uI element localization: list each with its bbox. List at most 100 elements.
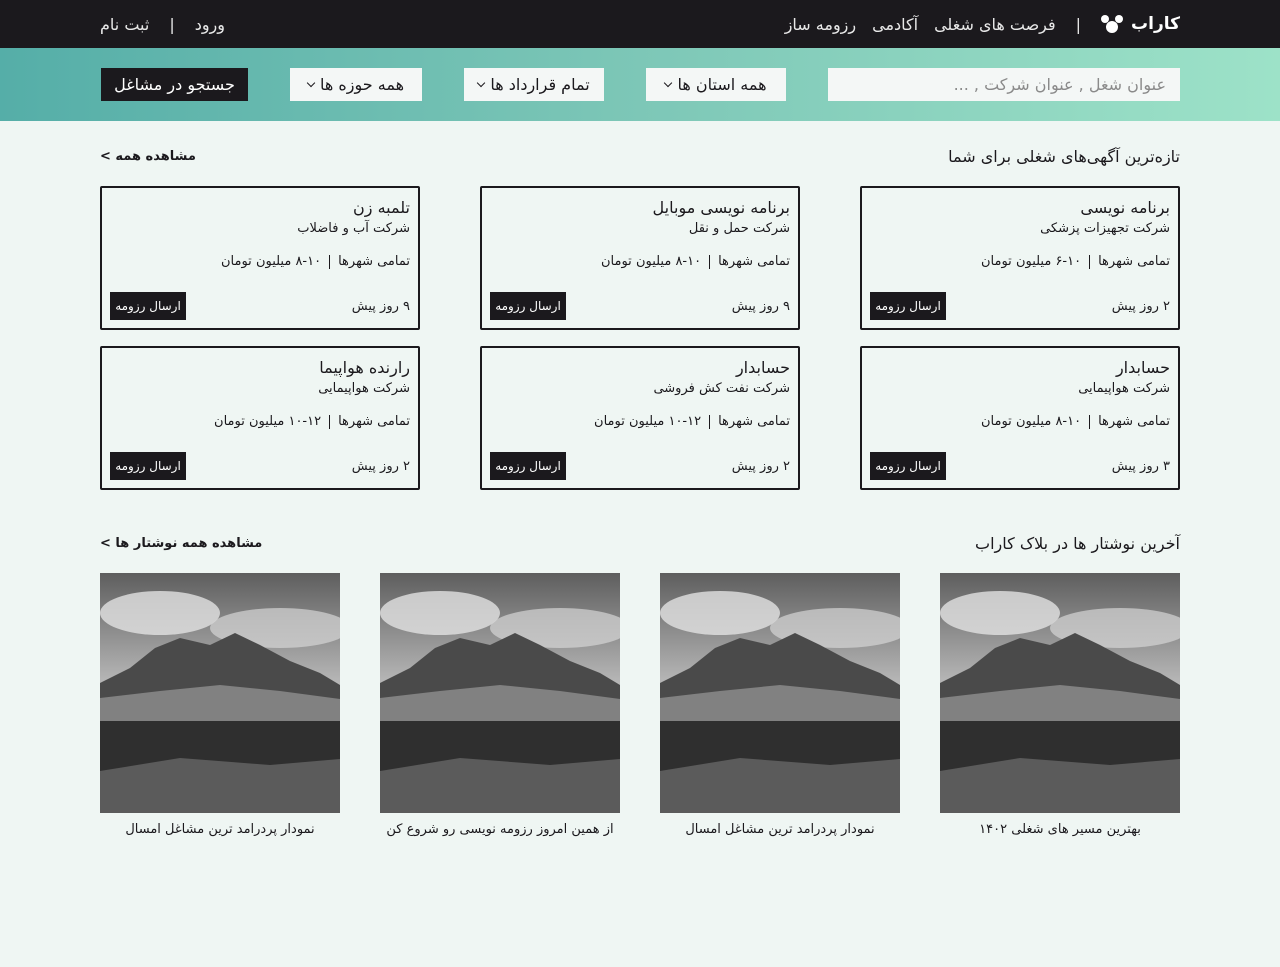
send-resume-button[interactable]: ارسال رزومه — [490, 292, 566, 320]
nav-link-academy[interactable]: آکادمی — [872, 15, 918, 34]
job-card[interactable]: حسابدار شرکت هواپیمایی تمامی شهرها ۸-۱۰ … — [860, 346, 1180, 490]
job-card[interactable]: برنامه نویسی شرکت تجهیزات پزشکی تمامی شه… — [860, 186, 1180, 330]
job-location: تمامی شهرها — [718, 254, 790, 269]
job-meta: تمامی شهرها ۱۰-۱۲ میلیون تومان — [110, 414, 410, 429]
job-location: تمامی شهرها — [718, 414, 790, 429]
job-title[interactable]: حسابدار — [870, 358, 1170, 377]
job-posted-age: ۳ روز پیش — [1111, 458, 1170, 474]
job-card[interactable]: رارنده هواپیما شرکت هواپیمایی تمامی شهره… — [100, 346, 420, 490]
blog-caption[interactable]: نمودار پردرامد ترین مشاغل امسال — [660, 822, 900, 837]
job-meta: تمامی شهرها ۸-۱۰ میلیون تومان — [870, 414, 1170, 429]
job-salary: ۸-۱۰ میلیون تومان — [221, 254, 322, 269]
job-posted-age: ۲ روز پیش — [731, 458, 790, 474]
logo-icon — [1101, 15, 1124, 33]
job-card[interactable]: برنامه نویسی موبایل شرکت حمل و نقل تمامی… — [480, 186, 800, 330]
job-posted-age: ۲ روز پیش — [351, 458, 410, 474]
job-title[interactable]: حسابدار — [490, 358, 790, 377]
send-resume-button[interactable]: ارسال رزومه — [870, 452, 946, 480]
job-company: شرکت حمل و نقل — [688, 221, 790, 236]
blog-caption[interactable]: از همین امروز رزومه نویسی رو شروع کن — [380, 822, 620, 837]
job-meta: تمامی شهرها ۸-۱۰ میلیون تومان — [490, 254, 790, 269]
blog-card[interactable]: نمودار پردرامد ترین مشاغل امسال — [100, 573, 340, 837]
register-link[interactable]: ثبت نام — [100, 15, 149, 34]
job-title[interactable]: برنامه نویسی موبایل — [490, 198, 790, 217]
see-all-posts-link[interactable]: مشاهده همه نوشتار ها > — [100, 536, 262, 551]
brand-logo[interactable]: کاراب — [1101, 14, 1180, 34]
category-filter-label: همه حوزه ها — [320, 75, 405, 94]
chevron-down-icon — [664, 78, 673, 88]
job-posted-age: ۲ روز پیش — [1111, 298, 1170, 314]
brand-name: کاراب — [1131, 14, 1180, 34]
meta-divider — [1089, 414, 1091, 429]
job-card[interactable]: تلمبه زن شرکت آب و فاضلاب تمامی شهرها ۸-… — [100, 186, 420, 330]
job-location: تمامی شهرها — [1098, 414, 1170, 429]
job-salary: ۶-۱۰ میلیون تومان — [981, 254, 1082, 269]
mountain-landscape-image — [100, 573, 340, 813]
job-footer: ۳ روز پیش ارسال رزومه — [870, 452, 1170, 480]
send-resume-button[interactable]: ارسال رزومه — [490, 452, 566, 480]
search-input[interactable] — [828, 68, 1180, 101]
mountain-landscape-image — [940, 573, 1180, 813]
meta-divider — [709, 414, 711, 429]
blog-caption[interactable]: نمودار پردرامد ترین مشاغل امسال — [100, 822, 340, 837]
job-company: شرکت هواپیمایی — [318, 381, 410, 396]
job-location: تمامی شهرها — [1098, 254, 1170, 269]
job-list: برنامه نویسی شرکت تجهیزات پزشکی تمامی شه… — [0, 186, 1280, 490]
blog-caption[interactable]: بهترین مسیر های شغلی ۱۴۰۲ — [940, 822, 1180, 837]
job-salary: ۸-۱۰ میلیون تومان — [981, 414, 1082, 429]
job-title[interactable]: رارنده هواپیما — [110, 358, 410, 377]
blog-card[interactable]: از همین امروز رزومه نویسی رو شروع کن — [380, 573, 620, 837]
job-meta: تمامی شهرها ۱۰-۱۲ میلیون تومان — [490, 414, 790, 429]
job-company: شرکت آب و فاضلاب — [297, 221, 410, 236]
blog-section-title: آخرین نوشتار ها در بلاک کاراب — [975, 534, 1180, 553]
nav-link-resume-builder[interactable]: رزومه ساز — [785, 15, 856, 34]
job-footer: ۹ روز پیش ارسال رزومه — [490, 292, 790, 320]
navbar-auth: ورود | ثبت نام — [100, 15, 225, 34]
job-company: شرکت تجهیزات پزشکی — [1040, 221, 1170, 236]
job-footer: ۲ روز پیش ارسال رزومه — [110, 452, 410, 480]
job-location: تمامی شهرها — [338, 254, 410, 269]
send-resume-button[interactable]: ارسال رزومه — [870, 292, 946, 320]
contract-filter-label: تمام قرارداد ها — [490, 75, 590, 94]
top-navbar: کاراب | فرصت های شغلی آکادمی رزومه ساز و… — [0, 0, 1280, 48]
nav-separator: | — [1075, 14, 1082, 34]
search-bar: همه استان ها تمام قرارداد ها همه حوزه ها… — [0, 48, 1280, 121]
job-location: تمامی شهرها — [338, 414, 410, 429]
job-meta: تمامی شهرها ۸-۱۰ میلیون تومان — [110, 254, 410, 269]
province-filter[interactable]: همه استان ها — [646, 68, 786, 101]
search-button[interactable]: جستجو در مشاغل — [101, 68, 248, 101]
nav-link-jobs[interactable]: فرصت های شغلی — [934, 15, 1056, 34]
job-meta: تمامی شهرها ۶-۱۰ میلیون تومان — [870, 254, 1170, 269]
category-filter[interactable]: همه حوزه ها — [290, 68, 422, 101]
meta-divider — [709, 254, 711, 269]
blog-section-header: آخرین نوشتار ها در بلاک کاراب مشاهده همه… — [0, 534, 1280, 553]
jobs-section-header: تازه‌ترین آگهی‌های شغلی برای شما مشاهده … — [0, 147, 1280, 166]
job-footer: ۲ روز پیش ارسال رزومه — [870, 292, 1170, 320]
jobs-section-title: تازه‌ترین آگهی‌های شغلی برای شما — [948, 147, 1180, 166]
meta-divider — [329, 414, 331, 429]
blog-list: بهترین مسیر های شغلی ۱۴۰۲ نمودار پردرامد… — [0, 573, 1280, 837]
province-filter-label: همه استان ها — [677, 75, 767, 94]
mountain-landscape-image — [660, 573, 900, 813]
navbar-right: کاراب | فرصت های شغلی آکادمی رزومه ساز — [785, 14, 1180, 34]
blog-card[interactable]: بهترین مسیر های شغلی ۱۴۰۲ — [940, 573, 1180, 837]
see-all-jobs-link[interactable]: مشاهده همه > — [100, 149, 196, 164]
login-link[interactable]: ورود — [195, 15, 225, 34]
job-salary: ۱۰-۱۲ میلیون تومان — [594, 414, 702, 429]
mountain-landscape-image — [380, 573, 620, 813]
auth-separator: | — [169, 14, 175, 34]
job-company: شرکت نفت کش فروشی — [653, 381, 790, 396]
job-posted-age: ۹ روز پیش — [351, 298, 410, 314]
job-footer: ۲ روز پیش ارسال رزومه — [490, 452, 790, 480]
job-title[interactable]: تلمبه زن — [110, 198, 410, 217]
meta-divider — [329, 254, 331, 269]
job-salary: ۸-۱۰ میلیون تومان — [601, 254, 702, 269]
job-title[interactable]: برنامه نویسی — [870, 198, 1170, 217]
job-salary: ۱۰-۱۲ میلیون تومان — [214, 414, 322, 429]
blog-card[interactable]: نمودار پردرامد ترین مشاغل امسال — [660, 573, 900, 837]
send-resume-button[interactable]: ارسال رزومه — [110, 452, 186, 480]
send-resume-button[interactable]: ارسال رزومه — [110, 292, 186, 320]
contract-filter[interactable]: تمام قرارداد ها — [464, 68, 604, 101]
chevron-down-icon — [477, 78, 486, 88]
job-card[interactable]: حسابدار شرکت نفت کش فروشی تمامی شهرها ۱۰… — [480, 346, 800, 490]
